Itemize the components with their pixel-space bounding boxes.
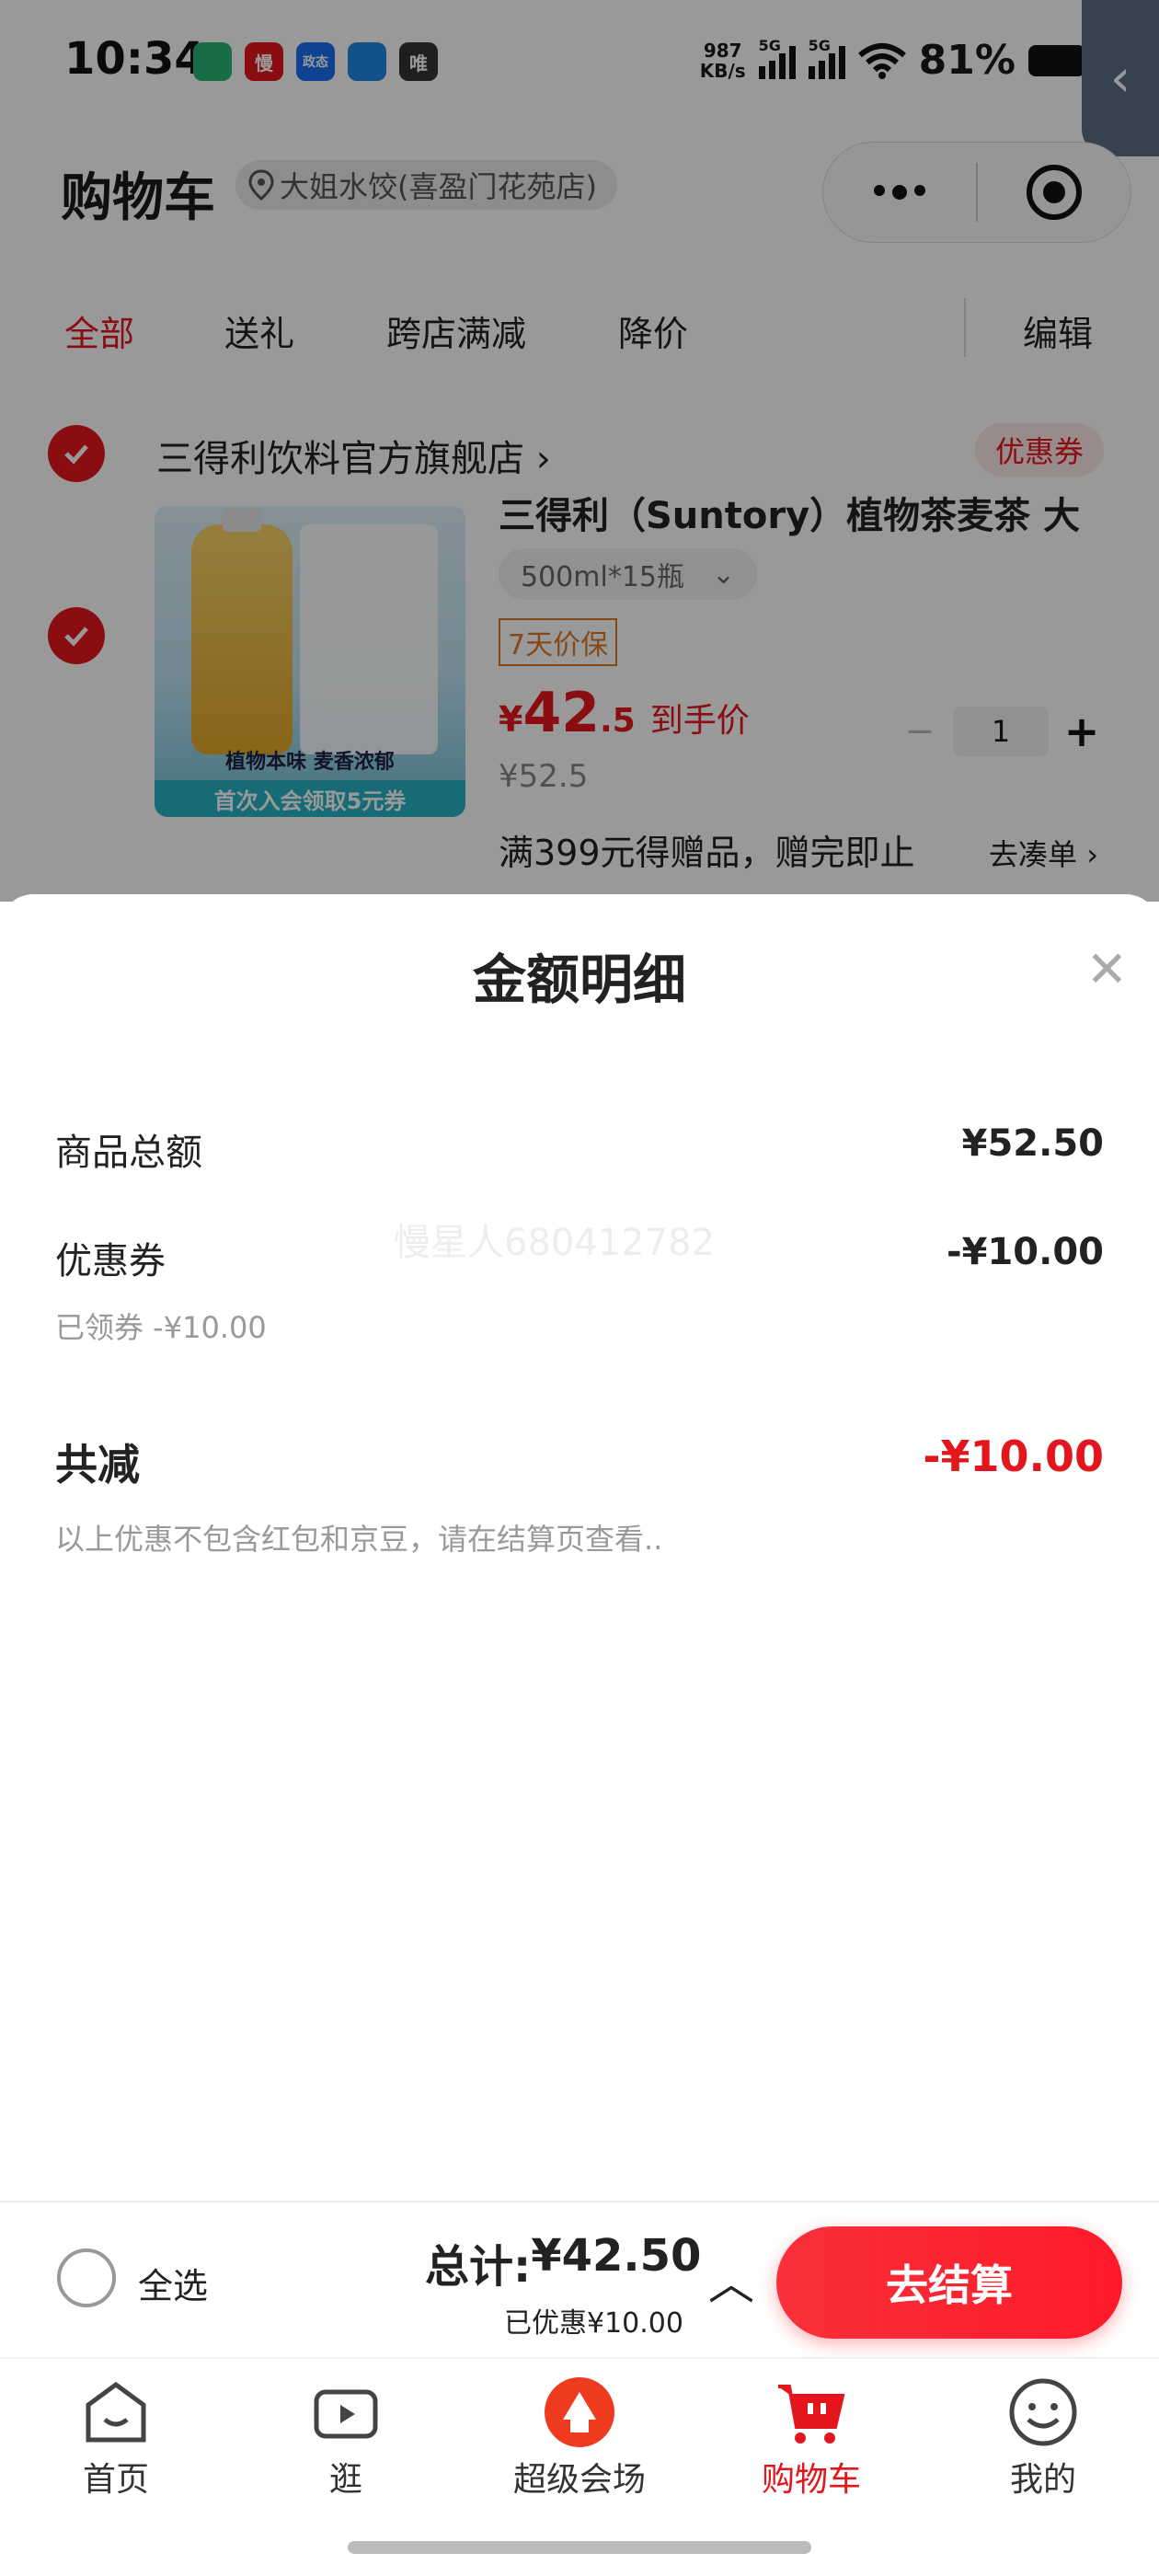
super-venue-icon	[543, 2375, 616, 2449]
select-all-radio[interactable]	[57, 2248, 116, 2307]
dim-overlay[interactable]	[0, 0, 1159, 902]
discount-note: 以上优惠不包含红包和京豆，请在结算页查看..	[55, 1522, 663, 1557]
total-reduction-value: -¥10.00	[923, 1432, 1104, 1481]
close-icon[interactable]: ✕	[1086, 940, 1128, 998]
tabbar-cart[interactable]: 购物车	[729, 2375, 894, 2501]
watermark: 慢星人680412782	[394, 1222, 716, 1264]
home-indicator[interactable]	[348, 2541, 811, 2554]
subtotal-value: ¥52.50	[961, 1122, 1104, 1165]
total-reduction-label: 共减	[55, 1440, 140, 1489]
video-play-icon	[309, 2375, 383, 2449]
bottom-tabbar: 首页 逛 超级会场 购物车 我的	[0, 2357, 1159, 2576]
coupon-label: 优惠券	[55, 1240, 166, 1282]
saved-amount: 已优惠¥10.00	[504, 2307, 683, 2340]
home-icon	[79, 2375, 153, 2449]
tabbar-home[interactable]: 首页	[33, 2375, 199, 2501]
tabbar-me[interactable]: 我的	[960, 2375, 1126, 2501]
checkout-button[interactable]: 去结算	[776, 2226, 1122, 2339]
select-all-label[interactable]: 全选	[138, 2258, 208, 2308]
coupon-value: -¥10.00	[947, 1231, 1104, 1273]
tabbar-super-venue[interactable]: 超级会场	[497, 2375, 662, 2501]
total-price: 总计: ¥42.50	[425, 2230, 702, 2293]
shopping-cart-icon	[775, 2375, 848, 2449]
amount-detail-sheet: 金额明细 ✕ 慢星人680412782 商品总额 ¥52.50 优惠券 -¥10…	[0, 894, 1159, 2201]
chevron-up-icon[interactable]: ︿	[708, 2247, 754, 2313]
tabbar-browse[interactable]: 逛	[263, 2375, 429, 2501]
coupon-sub: 已领券 -¥10.00	[55, 1310, 267, 1345]
subtotal-label: 商品总额	[55, 1132, 202, 1174]
checkout-bar: 全选 总计: ¥42.50 已优惠¥10.00 ︿ 去结算	[0, 2201, 1159, 2357]
smiley-face-icon	[1006, 2375, 1080, 2449]
sheet-title: 金额明细	[472, 949, 686, 1011]
